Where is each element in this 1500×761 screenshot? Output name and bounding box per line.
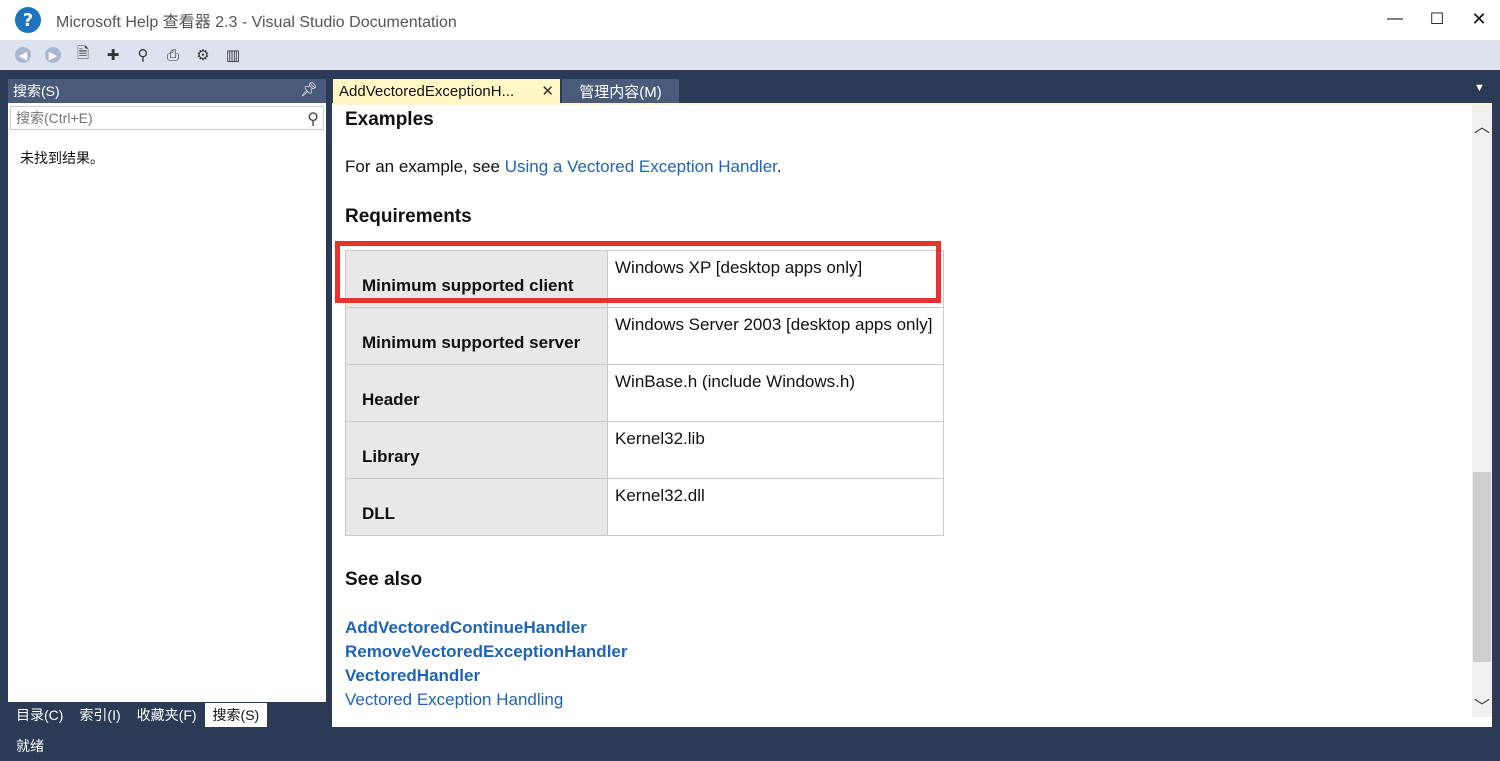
maximize-button[interactable]: ☐ [1422,6,1452,32]
table-row: DLL Kernel32.dll [345,478,944,536]
see-also-link[interactable]: Vectored Exception Handling [345,690,563,709]
scrollbar-thumb[interactable] [1473,472,1491,662]
requirement-value: Kernel32.lib [607,421,944,479]
requirements-heading: Requirements [345,206,472,227]
search-panel-header: 搜索(S) 📌︎ [8,79,326,103]
search-panel-title: 搜索(S) [13,83,60,99]
requirement-key: Header [345,364,608,422]
example-prefix: For an example, see [345,157,505,176]
search-panel: 搜索(S) 📌︎ ⚲ 未找到结果。 [8,79,326,702]
see-also-heading: See also [345,569,423,590]
requirement-value: Kernel32.dll [607,478,944,536]
forward-icon[interactable]: ▶ [42,44,64,66]
close-window-button[interactable]: ✕ [1464,6,1494,32]
document-tabs: AddVectoredExceptionH... ✕ 管理内容(M) [333,79,679,103]
requirement-key: DLL [345,478,608,536]
pin-icon[interactable]: 📌︎ [300,81,318,98]
tab-contents[interactable]: 目录(C) [8,703,71,727]
see-also-link[interactable]: RemoveVectoredExceptionHandler [345,642,627,661]
table-row: Header WinBase.h (include Windows.h) [345,364,944,422]
see-also-link[interactable]: AddVectoredContinueHandler [345,618,587,637]
add-favorite-icon[interactable]: ✚ [102,44,124,66]
search-icon[interactable]: ⚲ [132,44,154,66]
status-text: 就绪 [16,738,44,754]
example-paragraph: For an example, see Using a Vectored Exc… [345,157,782,177]
print-icon[interactable]: ⎙ [162,44,184,66]
document-content: Examples For an example, see Using a Vec… [332,103,1492,727]
tab-search[interactable]: 搜索(S) [204,703,268,727]
close-tab-icon[interactable]: ✕ [541,82,554,100]
title-bar: ? Microsoft Help 查看器 2.3 - Visual Studio… [0,0,1500,40]
example-link[interactable]: Using a Vectored Exception Handler [505,157,777,176]
tab-document-label: AddVectoredExceptionH... [339,82,515,100]
library-icon[interactable]: ▥ [222,44,244,66]
tab-manage-content[interactable]: 管理内容(M) [562,79,679,103]
tab-index[interactable]: 索引(I) [71,703,128,727]
requirement-key: Library [345,421,608,479]
settings-icon[interactable]: ⚙ [192,44,214,66]
search-box: ⚲ [10,106,324,130]
vertical-scrollbar[interactable]: ︿ ﹀ [1472,105,1492,717]
scroll-down-icon[interactable]: ﹀ [1472,693,1492,717]
back-icon[interactable]: ◀ [12,44,34,66]
help-icon: ? [15,7,41,33]
requirement-key: Minimum supported server [345,307,608,365]
requirement-value: WinBase.h (include Windows.h) [607,364,944,422]
table-row: Minimum supported server Windows Server … [345,307,944,365]
no-results-text: 未找到结果。 [20,150,104,166]
tab-dropdown-icon[interactable]: ▼ [1474,82,1485,94]
magnifier-icon[interactable]: ⚲ [307,109,319,129]
table-row: Library Kernel32.lib [345,421,944,479]
minimize-button[interactable]: — [1380,6,1410,32]
tab-favorites[interactable]: 收藏夹(F) [129,703,205,727]
scroll-up-icon[interactable]: ︿ [1472,113,1492,137]
status-bar: 就绪 [0,731,1500,761]
search-input[interactable] [16,108,296,128]
examples-heading: Examples [345,109,434,130]
open-icon[interactable]: 🗎 [72,44,94,66]
example-suffix: . [776,157,782,176]
tab-document[interactable]: AddVectoredExceptionH... ✕ [333,79,560,103]
see-also-link[interactable]: VectoredHandler [345,666,480,685]
left-panel-tabs: 目录(C) 索引(I) 收藏夹(F) 搜索(S) [8,703,268,727]
requirement-value: Windows Server 2003 [desktop apps only] [607,307,944,365]
toolbar: ◀ ▶ 🗎 ✚ ⚲ ⎙ ⚙ ▥ [0,40,1500,70]
window-title: Microsoft Help 查看器 2.3 - Visual Studio D… [56,14,457,31]
highlight-box [335,241,941,303]
see-also-list: AddVectoredContinueHandler RemoveVectore… [345,616,627,712]
